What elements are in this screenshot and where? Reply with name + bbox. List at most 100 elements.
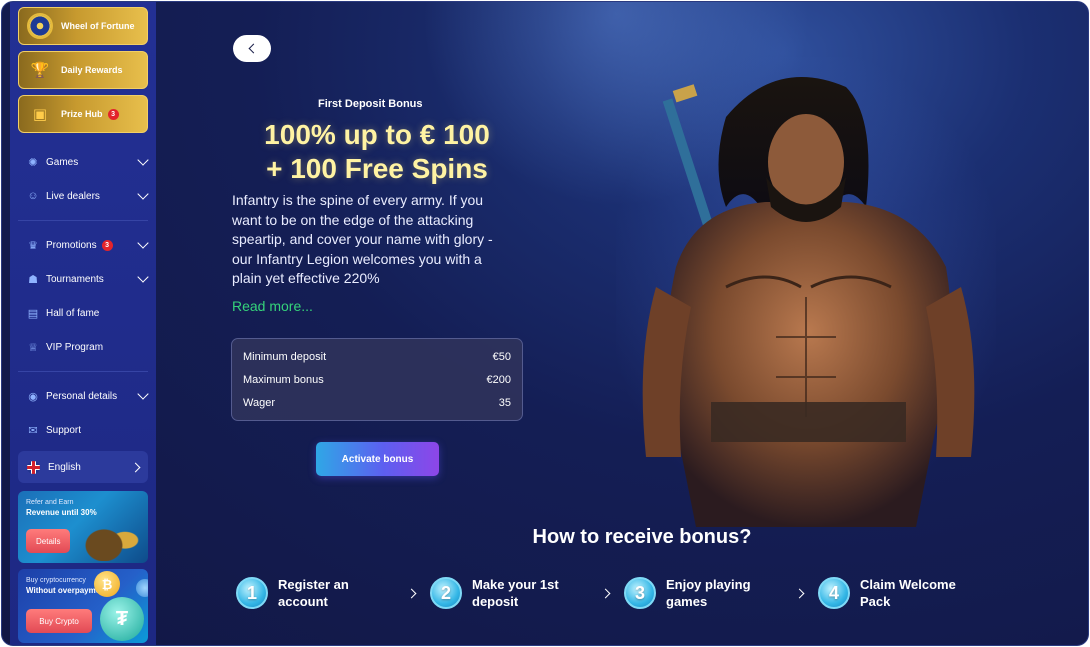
sidebar-item-support[interactable]: ✉ Support xyxy=(10,413,156,447)
chevron-down-icon xyxy=(137,271,149,283)
banner-headline: Without overpayments xyxy=(26,586,113,595)
terms-row: Maximum bonus €200 xyxy=(243,368,511,391)
language-selector[interactable]: English xyxy=(18,451,148,483)
sidebar-item-hall-of-fame[interactable]: ▤ Hall of fame xyxy=(10,296,156,330)
step-text-line: Register an xyxy=(278,577,349,592)
step-text-line: Make your 1st xyxy=(472,577,559,592)
warrior-art xyxy=(616,57,996,527)
uk-flag-icon xyxy=(27,460,40,474)
treasure-chest-icon: ▣ xyxy=(32,106,48,123)
tournaments-icon: ☗ xyxy=(28,273,38,286)
step-text-line: Pack xyxy=(860,594,891,609)
terms-value: €50 xyxy=(492,350,511,363)
tile-label: Prize Hub xyxy=(61,109,103,119)
back-button[interactable] xyxy=(233,35,271,62)
divider xyxy=(18,371,148,372)
step-text-line: Claim Welcome xyxy=(860,577,956,592)
bonus-terms-card: Minimum deposit €50 Maximum bonus €200 W… xyxy=(231,338,523,421)
prize-hub-badge: 3 xyxy=(107,108,119,120)
terms-value: €200 xyxy=(486,373,511,386)
app-frame: Wheel of Fortune 🏆 Daily Rewards ▣ Prize… xyxy=(1,1,1089,646)
read-more-link[interactable]: Read more... xyxy=(232,298,313,314)
user-icon: ◉ xyxy=(28,390,38,403)
sidebar-item-games[interactable]: ✺ Games xyxy=(10,145,156,179)
promotions-icon: ♛ xyxy=(28,239,38,252)
step-text-line: games xyxy=(666,594,708,609)
refer-and-earn-banner[interactable]: Refer and Earn Revenue until 30% Details xyxy=(18,491,148,563)
sidebar-item-label: Promotions xyxy=(46,239,97,251)
hall-of-fame-icon: ▤ xyxy=(27,307,39,320)
sidebar-item-label: Hall of fame xyxy=(46,307,100,319)
trophy-icon: 🏆 xyxy=(30,62,50,79)
chevron-down-icon xyxy=(137,237,149,249)
divider xyxy=(18,220,148,221)
sidebar-nav: ✺ Games ☺ Live dealers ♛ Promotions 3 ☗ … xyxy=(10,139,156,447)
wheel-of-fortune-tile[interactable]: Wheel of Fortune xyxy=(18,7,148,45)
step-item: 2 Make your 1st deposit xyxy=(430,576,582,610)
bonus-title-line-1: 100% up to € 100 xyxy=(264,119,490,150)
chevron-down-icon xyxy=(137,388,149,400)
tether-icon: ₮ xyxy=(100,597,144,641)
bonus-title-line-2: + 100 Free Spins xyxy=(266,153,488,184)
step-text: Register an account xyxy=(278,576,388,610)
step-number: 2 xyxy=(430,577,462,609)
bonus-title: 100% up to € 100 + 100 Free Spins xyxy=(234,118,520,186)
sidebar-item-live-dealers[interactable]: ☺ Live dealers xyxy=(10,179,156,213)
chevron-right-icon xyxy=(794,588,805,599)
buy-crypto-banner[interactable]: ₿ ₮ Buy cryptocurrency Without overpayme… xyxy=(18,569,148,643)
step-text: Enjoy playing games xyxy=(666,576,776,610)
sidebar-item-tournaments[interactable]: ☗ Tournaments xyxy=(10,262,156,296)
live-dealers-icon: ☺ xyxy=(27,190,39,202)
terms-label: Minimum deposit xyxy=(243,350,327,363)
bitcoin-icon: ₿ xyxy=(94,571,120,597)
activate-bonus-button[interactable]: Activate bonus xyxy=(316,442,439,476)
step-number: 1 xyxy=(236,577,268,609)
how-to-receive-title: How to receive bonus? xyxy=(532,526,752,548)
promotions-badge: 3 xyxy=(101,239,113,251)
banner-kicker: Refer and Earn xyxy=(26,499,74,506)
sidebar-item-label: VIP Program xyxy=(46,341,104,353)
details-button[interactable]: Details xyxy=(26,529,71,553)
step-item: 3 Enjoy playing games xyxy=(624,576,776,610)
support-icon: ✉ xyxy=(28,424,38,437)
games-icon: ✺ xyxy=(28,156,38,169)
terms-label: Maximum bonus xyxy=(243,373,324,386)
daily-rewards-tile[interactable]: 🏆 Daily Rewards xyxy=(18,51,148,89)
bonus-steps: 1 Register an account 2 Make your 1st de… xyxy=(236,576,996,616)
chevron-down-icon xyxy=(137,154,149,166)
crown-icon: ♕ xyxy=(28,341,38,354)
sidebar-item-promotions[interactable]: ♛ Promotions 3 xyxy=(10,228,156,262)
step-number: 3 xyxy=(624,577,656,609)
buy-crypto-button[interactable]: Buy Crypto xyxy=(26,609,92,633)
banner-kicker: Buy cryptocurrency xyxy=(26,577,86,584)
coin-icon xyxy=(136,579,148,597)
tile-label: Wheel of Fortune xyxy=(61,21,135,31)
bonus-kicker: First Deposit Bonus xyxy=(318,98,423,110)
step-number: 4 xyxy=(818,577,850,609)
terms-value: 35 xyxy=(498,396,511,409)
step-text: Make your 1st deposit xyxy=(472,576,582,610)
terms-row: Wager 35 xyxy=(243,391,511,414)
chevron-left-icon xyxy=(248,43,259,54)
sidebar: Wheel of Fortune 🏆 Daily Rewards ▣ Prize… xyxy=(10,2,156,645)
step-text: Claim Welcome Pack xyxy=(860,576,970,610)
language-label: English xyxy=(48,461,81,473)
sidebar-item-label: Games xyxy=(46,156,79,168)
step-item: 4 Claim Welcome Pack xyxy=(818,576,970,610)
treasure-illustration xyxy=(76,509,146,561)
main-content: First Deposit Bonus 100% up to € 100 + 1… xyxy=(156,2,1088,645)
prize-hub-tile[interactable]: ▣ Prize Hub 3 xyxy=(18,95,148,133)
chevron-right-icon xyxy=(130,462,141,472)
chevron-right-icon xyxy=(600,588,611,599)
sidebar-item-vip-program[interactable]: ♕ VIP Program xyxy=(10,330,156,364)
sidebar-item-label: Live dealers xyxy=(46,190,100,202)
tile-label: Daily Rewards xyxy=(61,65,123,75)
step-text-line: deposit xyxy=(472,594,519,609)
sidebar-item-personal-details[interactable]: ◉ Personal details xyxy=(10,379,156,413)
chevron-right-icon xyxy=(406,588,417,599)
step-text-line: Enjoy playing xyxy=(666,577,751,592)
warrior-illustration xyxy=(616,57,996,527)
sidebar-item-label: Personal details xyxy=(46,390,118,402)
step-text-line: account xyxy=(278,594,328,609)
terms-label: Wager xyxy=(243,396,275,409)
